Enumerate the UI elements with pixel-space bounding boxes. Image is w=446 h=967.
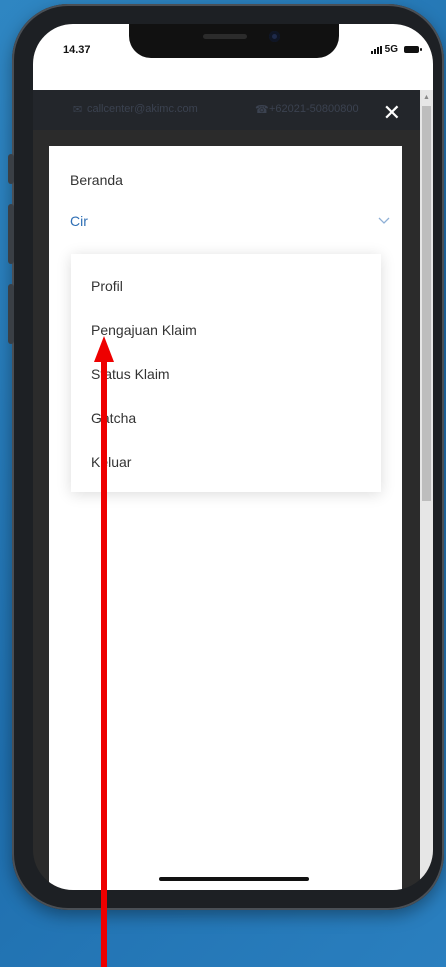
- notch: [129, 24, 339, 58]
- scroll-up-icon[interactable]: ▲: [423, 94, 430, 101]
- speaker: [203, 34, 247, 39]
- contact-phone[interactable]: +62021-50800800: [269, 103, 359, 115]
- phone-screen: 14.37 5G ✉ callcenter@akimc.com ☎ +62021…: [33, 24, 433, 890]
- battery-icon: [404, 46, 422, 53]
- contact-email[interactable]: callcenter@akimc.com: [87, 103, 198, 115]
- menu-item-keluar[interactable]: Keluar: [91, 454, 131, 470]
- dropdown-value[interactable]: Cir: [70, 213, 88, 229]
- scrollbar-thumb[interactable]: [422, 106, 431, 501]
- annotation-arrow-shaft: [101, 360, 107, 967]
- phone-icon: ☎: [255, 104, 269, 116]
- dropdown-menu: Profil Pengajuan Klaim Status Klaim Gatc…: [71, 254, 381, 492]
- status-indicators: 5G: [370, 44, 422, 55]
- status-bar: 14.37 5G: [33, 24, 433, 90]
- status-time: 14.37: [63, 44, 91, 56]
- chevron-down-icon[interactable]: [378, 212, 390, 230]
- signal-icon: [370, 45, 382, 54]
- mail-icon: ✉: [73, 104, 83, 116]
- menu-item-profil[interactable]: Profil: [91, 278, 123, 294]
- home-indicator: [159, 877, 309, 881]
- volume-down-button: [8, 284, 14, 344]
- network-label: 5G: [384, 44, 398, 55]
- annotation-arrow-head: [94, 336, 114, 362]
- camera-icon: [269, 31, 280, 42]
- side-button: [8, 154, 14, 184]
- close-icon[interactable]: ✕: [383, 102, 401, 124]
- nav-home[interactable]: Beranda: [70, 172, 123, 188]
- redacted-area: [89, 214, 225, 232]
- contact-bar: ✉ callcenter@akimc.com ☎ +62021-50800800: [33, 90, 433, 130]
- menu-item-gatcha[interactable]: Gatcha: [91, 410, 136, 426]
- volume-up-button: [8, 204, 14, 264]
- scrollbar[interactable]: ▲: [420, 90, 433, 890]
